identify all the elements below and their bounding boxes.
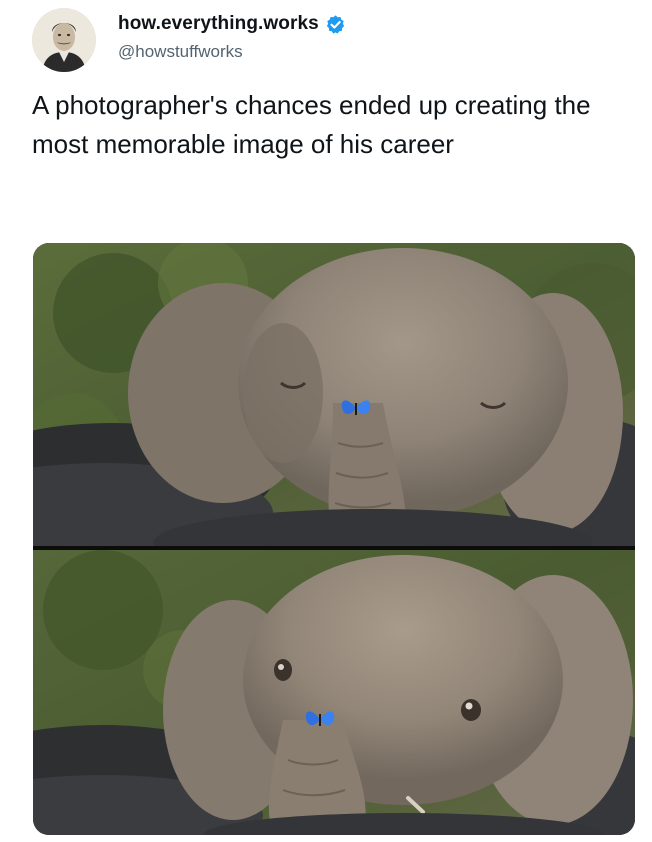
author-names: how.everything.works @howstuffworks: [118, 12, 346, 62]
photo-elephant-eyes-closed[interactable]: [33, 243, 635, 546]
photo-elephant-eyes-open[interactable]: [33, 550, 635, 835]
author-handle[interactable]: @howstuffworks: [118, 42, 346, 62]
elephant-photo-1: [33, 243, 635, 546]
display-name[interactable]: how.everything.works: [118, 13, 319, 35]
elephant-photo-2: [33, 550, 635, 835]
post-media[interactable]: [33, 243, 635, 835]
post-header: how.everything.works @howstuffworks: [32, 8, 632, 72]
post-text: A photographer's chances ended up creati…: [32, 90, 591, 159]
verified-badge-icon: [325, 14, 346, 35]
avatar[interactable]: [32, 8, 96, 72]
display-name-row: how.everything.works: [118, 12, 346, 36]
avatar-portrait-icon: [32, 8, 96, 72]
